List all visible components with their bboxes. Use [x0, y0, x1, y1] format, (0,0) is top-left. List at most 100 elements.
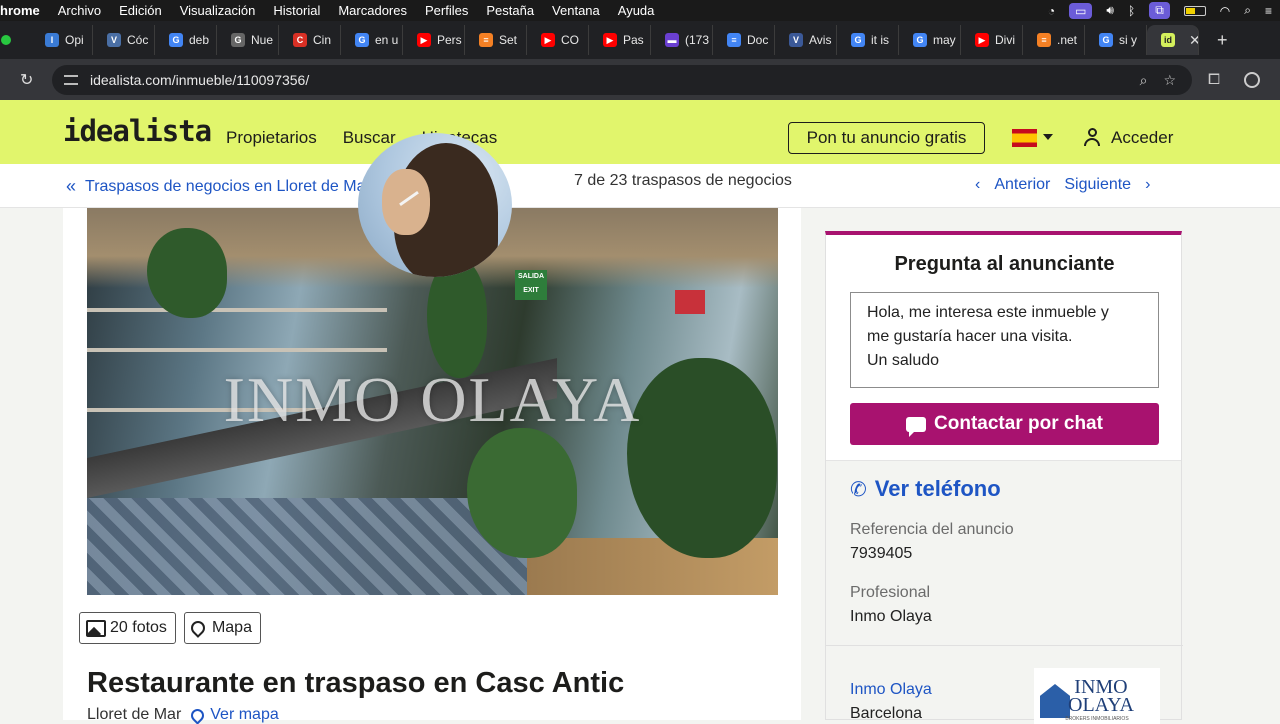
browser-tab[interactable]: ≡ .net: [1023, 25, 1085, 55]
menu-marcadores[interactable]: Marcadores: [338, 3, 407, 18]
tab-favicon-icon: ▶: [541, 33, 555, 47]
idealista-logo[interactable]: idealista: [63, 114, 212, 148]
tab-favicon-icon: ≡: [1037, 33, 1051, 47]
address-url[interactable]: idealista.com/inmueble/110097356/: [90, 72, 309, 88]
tab-active-idealista[interactable]: id ✕: [1147, 25, 1199, 55]
map-button[interactable]: Mapa: [183, 612, 261, 644]
browser-tab[interactable]: Git is: [837, 25, 899, 55]
menu-visualizacion[interactable]: Visualización: [180, 3, 256, 18]
agency-logo[interactable]: INMO OLAYA BROKERS INMOBILIARIOS: [1034, 668, 1160, 724]
battery-icon[interactable]: [1183, 5, 1206, 16]
tab-favicon-icon: ≡: [479, 33, 493, 47]
tab-strip: l Opi V Cóc Gdeb G Nue C Cin Gen u ▶ Pers ≡ Set ▶ CO ▶ Pa…: [0, 21, 1280, 59]
browser-tab[interactable]: ▶ CO: [527, 25, 589, 55]
spotlight-icon[interactable]: ⌕: [1244, 3, 1251, 18]
menu-ventana[interactable]: Ventana: [552, 3, 600, 18]
display-icon[interactable]: ▭: [1069, 2, 1093, 19]
tab-favicon-icon: ▬: [665, 33, 679, 47]
back-to-results-link[interactable]: « Traspasos de negocios en Lloret de Mar: [66, 176, 371, 197]
reload-icon[interactable]: ↻: [20, 70, 40, 90]
browser-tab[interactable]: ≡ Set: [465, 25, 527, 55]
photos-button-label: 20 fotos: [110, 619, 167, 636]
nav-buscar[interactable]: Buscar: [343, 128, 396, 148]
browser-tab[interactable]: ▬ (173: [651, 25, 713, 55]
app-name[interactable]: hrome: [0, 3, 40, 18]
browser-tab[interactable]: C Cin: [279, 25, 341, 55]
profile-icon[interactable]: [1244, 71, 1261, 88]
contact-chat-button[interactable]: Contactar por chat: [850, 403, 1159, 445]
tab-favicon-icon: G: [355, 33, 369, 47]
volume-icon[interactable]: 🔊︎: [1106, 3, 1114, 18]
tab-title: Cin: [313, 33, 332, 47]
chevron-left-icon[interactable]: ‹: [975, 176, 980, 194]
chevron-down-icon[interactable]: [1043, 134, 1053, 140]
login-link[interactable]: Acceder: [1111, 128, 1173, 148]
zoom-icon[interactable]: ⌕: [1140, 72, 1148, 89]
tab-title: Divi: [995, 33, 1015, 47]
extensions-icon[interactable]: ⧠: [1208, 71, 1220, 88]
spain-flag-icon[interactable]: [1012, 129, 1037, 147]
tab-favicon-icon: V: [789, 33, 803, 47]
tab-favicon-icon: C: [293, 33, 307, 47]
browser-tab[interactable]: V Avis: [775, 25, 837, 55]
control-center-icon[interactable]: ≡: [1265, 4, 1272, 18]
wifi-icon[interactable]: ◠: [1220, 4, 1230, 18]
professional-label: Profesional: [850, 584, 931, 601]
map-pin-icon: [188, 618, 208, 638]
menu-edicion[interactable]: Edición: [119, 3, 162, 18]
tab-close-icon[interactable]: ✕: [1189, 32, 1198, 49]
menu-archivo[interactable]: Archivo: [58, 3, 101, 18]
tab-title: Pers: [437, 33, 462, 47]
browser-toolbar: ↻ idealista.com/inmueble/110097356/ ⌕ ☆ …: [0, 59, 1280, 100]
photo-plant: [467, 428, 577, 558]
nav-propietarios[interactable]: Propietarios: [226, 128, 317, 148]
browser-tab[interactable]: G Nue: [217, 25, 279, 55]
browser-tab[interactable]: ▶ Pers: [403, 25, 465, 55]
chevron-right-icon[interactable]: ›: [1145, 176, 1150, 194]
window-icon[interactable]: ⧉: [1149, 2, 1170, 19]
prev-link[interactable]: Anterior: [994, 176, 1050, 194]
view-phone-label: Ver teléfono: [874, 476, 1001, 501]
tab-favicon-icon: G: [913, 33, 927, 47]
next-link[interactable]: Siguiente: [1064, 176, 1131, 194]
browser-tab[interactable]: Gen u: [341, 25, 403, 55]
photos-button[interactable]: 20 fotos: [79, 612, 176, 644]
browser-tab[interactable]: l Opi: [31, 25, 93, 55]
agency-logo-text: INMO OLAYA: [1068, 676, 1134, 716]
agency-link[interactable]: Inmo Olaya: [850, 681, 932, 699]
bluetooth-icon[interactable]: ᛒ: [1128, 4, 1135, 18]
message-textarea[interactable]: Hola, me interesa este inmueble y me gus…: [850, 292, 1159, 388]
screen-sharing-icon[interactable]: ◔: [1048, 4, 1055, 18]
browser-tab[interactable]: ≡ Doc: [713, 25, 775, 55]
agency-city: Barcelona: [850, 705, 923, 722]
menu-ayuda[interactable]: Ayuda: [618, 3, 655, 18]
view-map-link[interactable]: Ver mapa: [188, 705, 279, 724]
tab-favicon-icon: ▶: [975, 33, 989, 47]
browser-tab[interactable]: Gmay: [899, 25, 961, 55]
menu-pestana[interactable]: Pestaña: [486, 3, 534, 18]
bookmark-star-icon[interactable]: ☆: [1163, 72, 1176, 89]
browser-tab[interactable]: V Cóc: [93, 25, 155, 55]
menu-historial[interactable]: Historial: [273, 3, 320, 18]
browser-tab[interactable]: ▶ Divi: [961, 25, 1023, 55]
browser-tab[interactable]: Gdeb: [155, 25, 217, 55]
new-tab-icon[interactable]: +: [1217, 30, 1228, 51]
browser-tab[interactable]: Gsi y: [1085, 25, 1147, 55]
site-header: idealista Propietarios Buscar Hipotecas …: [0, 100, 1280, 164]
site-info-icon[interactable]: [64, 74, 78, 85]
pager: ‹ Anterior Siguiente ›: [975, 176, 1150, 194]
view-phone-link[interactable]: ✆ Ver teléfono: [850, 476, 1001, 502]
post-ad-button[interactable]: Pon tu anuncio gratis: [788, 122, 985, 154]
user-icon[interactable]: [1083, 128, 1101, 148]
menu-perfiles[interactable]: Perfiles: [425, 3, 468, 18]
address-bar[interactable]: idealista.com/inmueble/110097356/ ⌕ ☆: [52, 64, 1192, 95]
tab-title: si y: [1119, 33, 1137, 47]
tab-title: Pas: [623, 33, 644, 47]
ad-reference-label: Referencia del anuncio: [850, 521, 1014, 538]
webcam-overlay: [358, 133, 512, 277]
browser-tab[interactable]: ▶ Pas: [589, 25, 651, 55]
tab-favicon-icon: G: [169, 33, 183, 47]
tab-title: CO: [561, 33, 579, 47]
window-zoom-button[interactable]: [1, 35, 11, 45]
fire-extinguisher-sign: [675, 290, 705, 314]
